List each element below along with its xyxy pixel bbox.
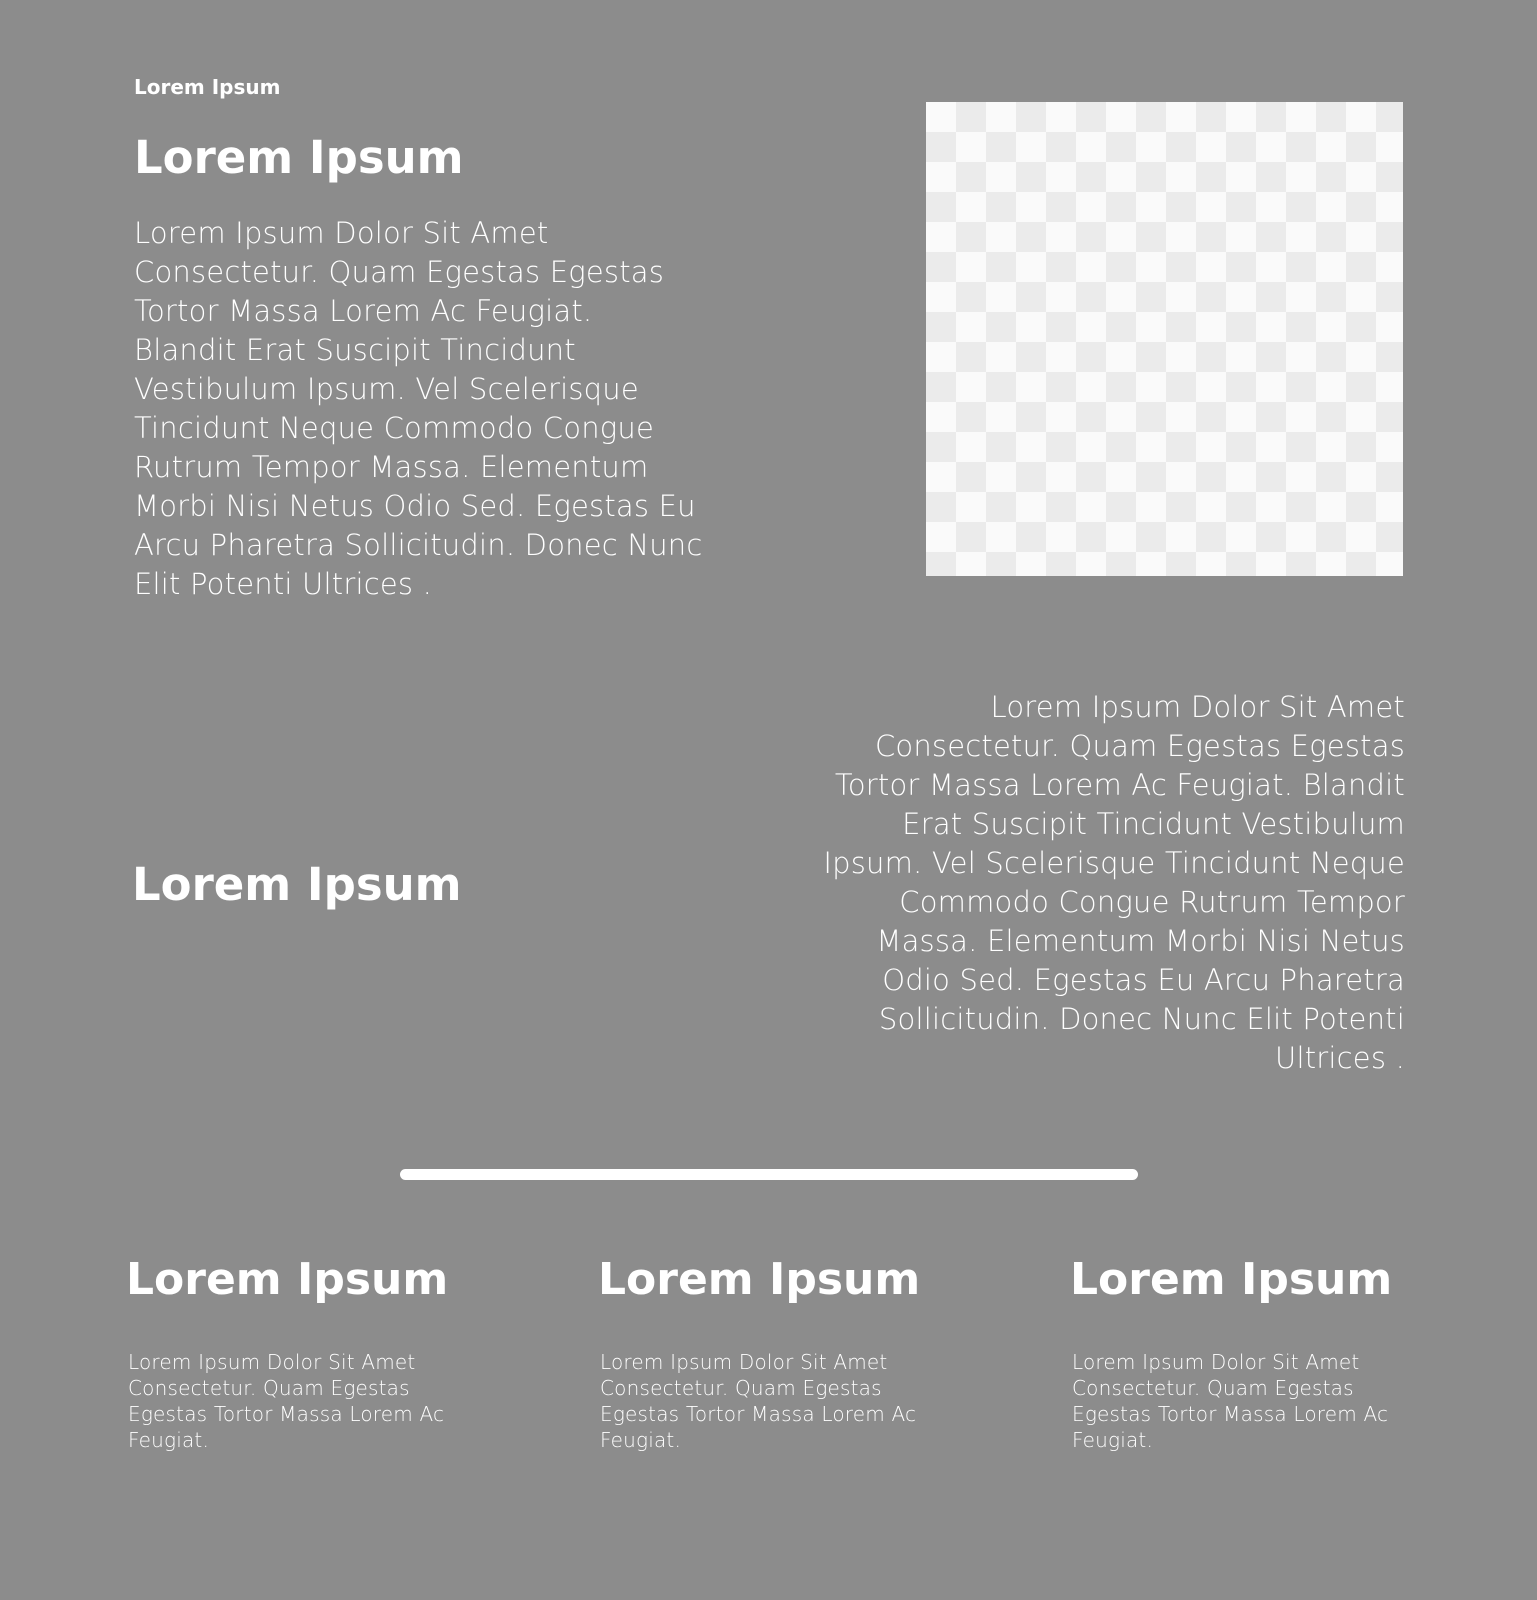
column-text-line: Feugiat. (128, 1428, 210, 1452)
image-placeholder (926, 102, 1403, 576)
column-title: Lorem Ipsum (1070, 1254, 1393, 1305)
feature-body-line: Commodo Congue Rutrum Tempor (899, 885, 1405, 919)
intro-body-line: Tincidunt Neque Commodo Congue (134, 411, 654, 445)
intro-body-line: Blandit Erat Suscipit Tincidunt (134, 333, 576, 367)
feature-body-line: Sollicitudin. Donec Nunc Elit Potenti (878, 1002, 1405, 1036)
feature-body: Lorem Ipsum Dolor Sit Amet Consectetur. … (765, 688, 1405, 1078)
feature-body-line: Lorem Ipsum Dolor Sit Amet (990, 690, 1405, 724)
intro-body-line: Arcu Pharetra Sollicitudin. Donec Nunc (134, 528, 703, 562)
intro-body-line: Elit Potenti Ultrices . (134, 567, 433, 601)
intro-body-line: Tortor Massa Lorem Ac Feugiat. (134, 294, 593, 328)
column-text-line: Feugiat. (600, 1428, 682, 1452)
intro-body-line: Consectetur. Quam Egestas Egestas (134, 255, 665, 289)
feature-body-line: Ultrices . (1275, 1041, 1405, 1075)
feature-body-line: Ipsum. Vel Scelerisque Tincidunt Neque (823, 846, 1405, 880)
intro-body-line: Rutrum Tempor Massa. Elementum (134, 450, 649, 484)
feature-body-line: Tortor Massa Lorem Ac Feugiat. Blandit (834, 768, 1405, 802)
feature-body-line: Consectetur. Quam Egestas Egestas (874, 729, 1405, 763)
intro-title: Lorem Ipsum (134, 131, 464, 184)
column-title: Lorem Ipsum (126, 1254, 449, 1305)
column-title: Lorem Ipsum (598, 1254, 921, 1305)
feature-body-line: Erat Suscipit Tincidunt Vestibulum (902, 807, 1405, 841)
column-text-line: Lorem Ipsum Dolor Sit Amet (1072, 1350, 1360, 1374)
column-text-line: Lorem Ipsum Dolor Sit Amet (128, 1350, 416, 1374)
feature-column-3: Lorem Ipsum Lorem Ipsum Dolor Sit Amet C… (1070, 1250, 1432, 1453)
column-text-line: Egestas Tortor Massa Lorem Ac (600, 1402, 917, 1426)
intro-body-line: Lorem Ipsum Dolor Sit Amet (134, 216, 549, 250)
intro-body: Lorem Ipsum Dolor Sit Amet Consectetur. … (134, 214, 774, 604)
column-text-line: Consectetur. Quam Egestas (1072, 1376, 1354, 1400)
column-text: Lorem Ipsum Dolor Sit Amet Consectetur. … (128, 1349, 458, 1453)
feature-title: Lorem Ipsum (132, 858, 462, 911)
column-text-line: Egestas Tortor Massa Lorem Ac (128, 1402, 445, 1426)
feature-body-line: Odio Sed. Egestas Eu Arcu Pharetra (882, 963, 1405, 997)
section-divider (400, 1169, 1138, 1180)
column-text: Lorem Ipsum Dolor Sit Amet Consectetur. … (600, 1349, 930, 1453)
column-text-line: Lorem Ipsum Dolor Sit Amet (600, 1350, 888, 1374)
column-text-line: Egestas Tortor Massa Lorem Ac (1072, 1402, 1389, 1426)
column-text: Lorem Ipsum Dolor Sit Amet Consectetur. … (1072, 1349, 1402, 1453)
intro-body-line: Vestibulum Ipsum. Vel Scelerisque (134, 372, 639, 406)
feature-column-2: Lorem Ipsum Lorem Ipsum Dolor Sit Amet C… (598, 1250, 960, 1453)
column-text-line: Consectetur. Quam Egestas (600, 1376, 882, 1400)
feature-column-1: Lorem Ipsum Lorem Ipsum Dolor Sit Amet C… (126, 1250, 488, 1453)
feature-body-line: Massa. Elementum Morbi Nisi Netus (876, 924, 1405, 958)
eyebrow-label: Lorem Ipsum (134, 75, 281, 99)
column-text-line: Consectetur. Quam Egestas (128, 1376, 410, 1400)
column-text-line: Feugiat. (1072, 1428, 1154, 1452)
intro-body-line: Morbi Nisi Netus Odio Sed. Egestas Eu (134, 489, 696, 523)
